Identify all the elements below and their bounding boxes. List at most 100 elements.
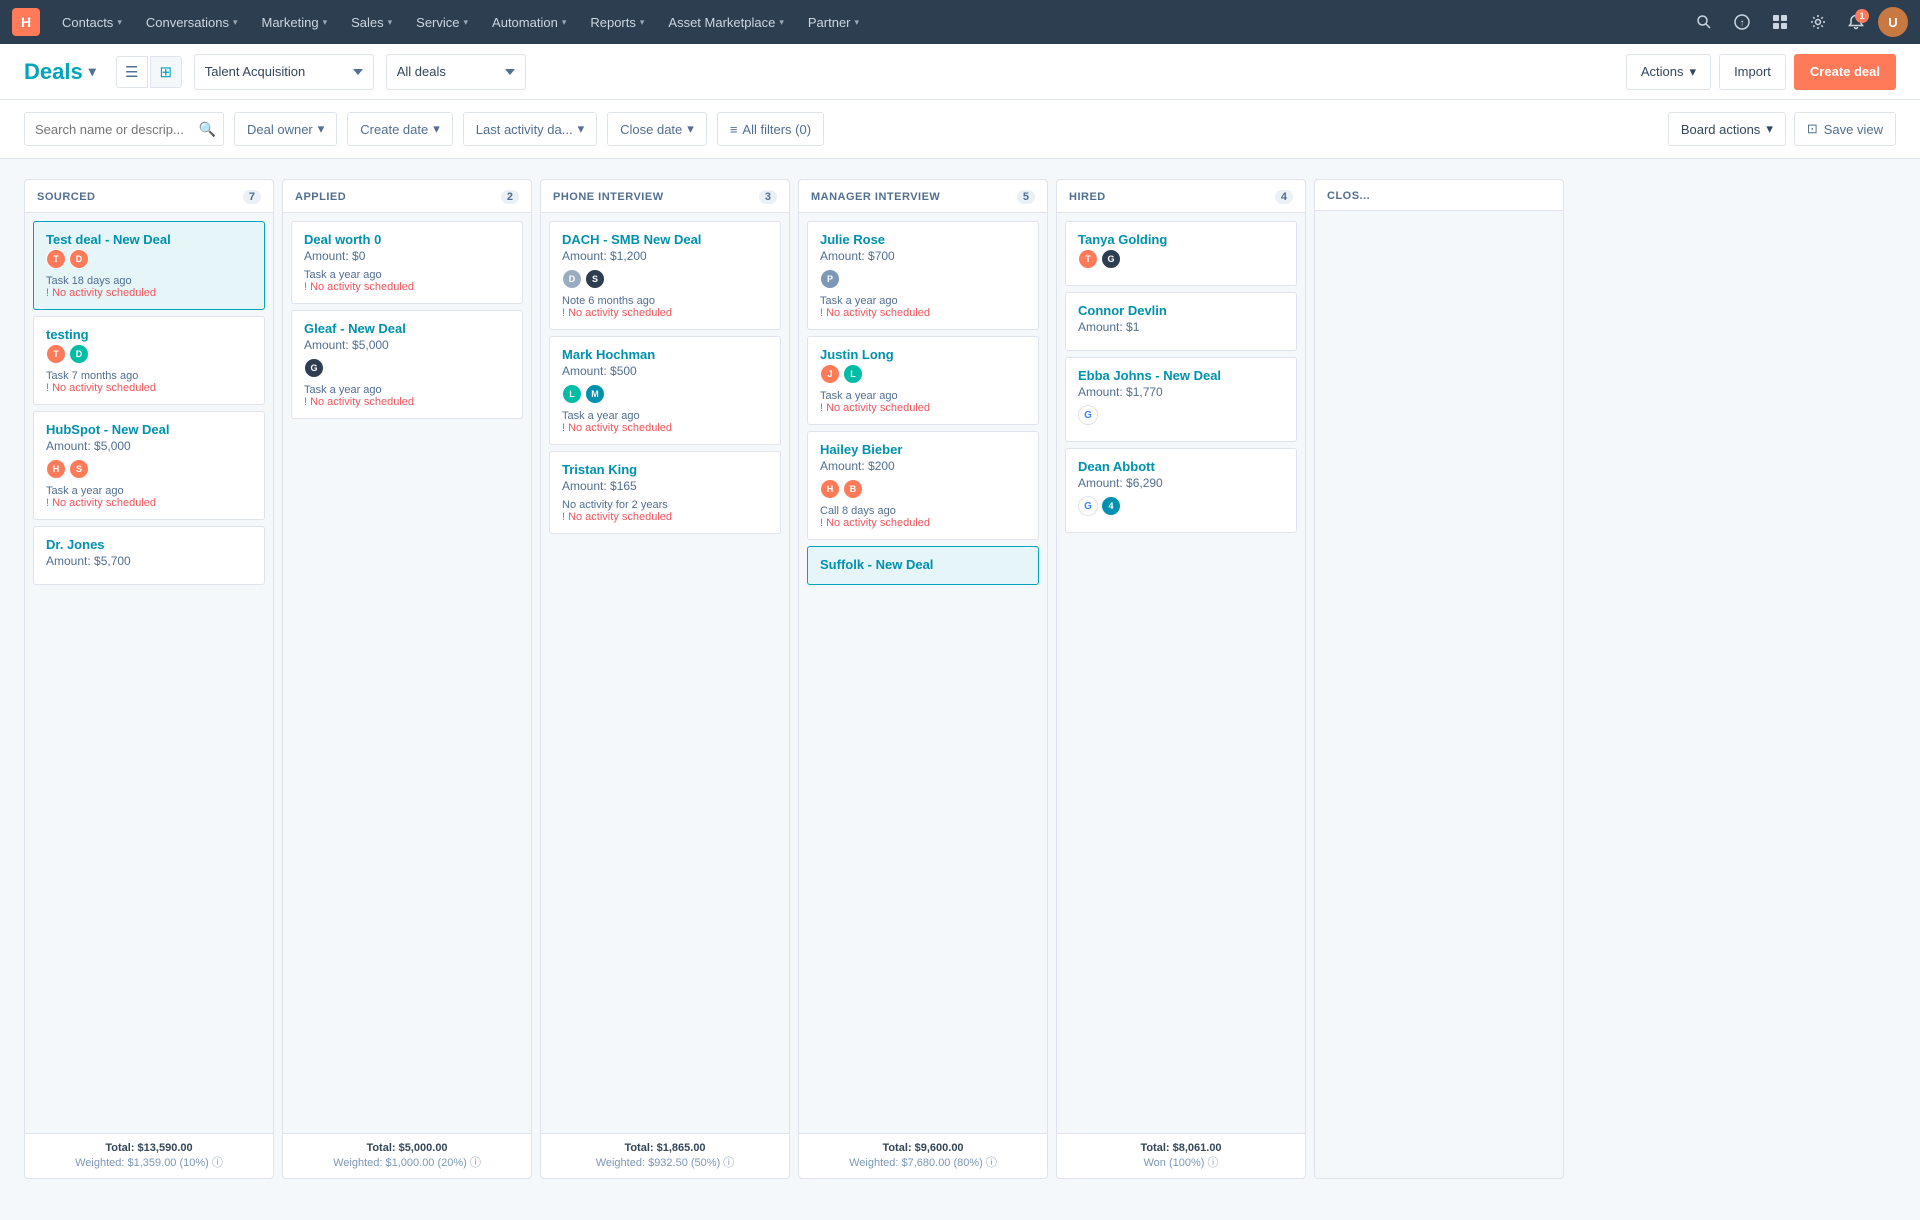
user-avatar[interactable]: U — [1878, 7, 1908, 37]
card-avatars: HB — [820, 479, 1026, 499]
notifications-button[interactable]: 1 — [1840, 6, 1872, 38]
nav-marketing[interactable]: Marketing ▾ — [251, 11, 337, 34]
pipeline-select[interactable]: Talent Acquisition — [194, 54, 374, 90]
column-sourced: SOURCED7Test deal - New DealTDTask 18 da… — [24, 179, 274, 1179]
avatar: H — [46, 459, 66, 479]
actions-button[interactable]: Actions ▾ — [1626, 54, 1711, 90]
create-date-filter[interactable]: Create date ▾ — [347, 112, 452, 146]
deal-card[interactable]: testingTDTask 7 months ago! No activity … — [33, 316, 265, 405]
deal-card[interactable]: Gleaf - New DealAmount: $5,000GTask a ye… — [291, 310, 523, 419]
nav-asset-marketplace[interactable]: Asset Marketplace ▾ — [658, 11, 793, 34]
info-icon[interactable]: ⓘ — [986, 1157, 997, 1169]
card-amount: Amount: $1 — [1078, 320, 1284, 334]
card-title[interactable]: Mark Hochman — [562, 347, 768, 362]
all-filters-button[interactable]: ≡ All filters (0) — [717, 112, 824, 146]
column-header: PHONE INTERVIEW3 — [541, 180, 789, 213]
deal-card[interactable]: Ebba Johns - New DealAmount: $1,770G — [1065, 357, 1297, 442]
card-amount: Amount: $6,290 — [1078, 476, 1284, 490]
column-footer: Total: $8,061.00 Won (100%) ⓘ — [1057, 1133, 1305, 1178]
card-warning: ! No activity scheduled — [820, 307, 1026, 319]
deal-card[interactable]: Hailey BieberAmount: $200HBCall 8 days a… — [807, 431, 1039, 540]
info-icon[interactable]: ⓘ — [212, 1157, 223, 1169]
card-amount: Amount: $5,000 — [304, 338, 510, 352]
hubspot-logo[interactable]: H — [12, 8, 40, 36]
search-input[interactable] — [24, 112, 224, 146]
card-warning: ! No activity scheduled — [46, 382, 252, 394]
card-avatars: HS — [46, 459, 252, 479]
deal-owner-filter[interactable]: Deal owner ▾ — [234, 112, 337, 146]
info-icon[interactable]: ⓘ — [1208, 1157, 1219, 1169]
column-weighted: Won (100%) ⓘ — [1069, 1154, 1293, 1170]
column-cards: DACH - SMB New DealAmount: $1,200DSNote … — [541, 213, 789, 1133]
card-meta: Task a year ago — [46, 485, 252, 497]
nav-conversations[interactable]: Conversations ▾ — [136, 11, 248, 34]
deal-card[interactable]: Dean AbbottAmount: $6,290G4 — [1065, 448, 1297, 533]
avatar: L — [562, 384, 582, 404]
column-manager-interview: MANAGER INTERVIEW5Julie RoseAmount: $700… — [798, 179, 1048, 1179]
nav-sales[interactable]: Sales ▾ — [341, 11, 402, 34]
card-title[interactable]: Dr. Jones — [46, 537, 252, 552]
search-box: 🔍 — [24, 112, 224, 146]
deal-card[interactable]: Tristan KingAmount: $165No activity for … — [549, 451, 781, 534]
nav-service[interactable]: Service ▾ — [406, 11, 478, 34]
page-title[interactable]: Deals ▾ — [24, 59, 96, 85]
card-title[interactable]: Hailey Bieber — [820, 442, 1026, 457]
last-activity-filter[interactable]: Last activity da... ▾ — [463, 112, 597, 146]
card-title[interactable]: Gleaf - New Deal — [304, 321, 510, 336]
column-closed: CLOS... — [1314, 179, 1564, 1179]
card-avatars: TD — [46, 344, 252, 364]
deal-card[interactable]: Dr. JonesAmount: $5,700 — [33, 526, 265, 585]
chevron-down-icon: ▾ — [779, 17, 784, 28]
deal-card[interactable]: Tanya GoldingTG — [1065, 221, 1297, 286]
card-title[interactable]: DACH - SMB New Deal — [562, 232, 768, 247]
deal-card[interactable]: Julie RoseAmount: $700PTask a year ago! … — [807, 221, 1039, 330]
marketplace-button[interactable] — [1764, 6, 1796, 38]
upgrade-button[interactable]: ↑ — [1726, 6, 1758, 38]
card-title[interactable]: HubSpot - New Deal — [46, 422, 252, 437]
nav-reports[interactable]: Reports ▾ — [580, 11, 654, 34]
card-title[interactable]: Tristan King — [562, 462, 768, 477]
deal-card[interactable]: DACH - SMB New DealAmount: $1,200DSNote … — [549, 221, 781, 330]
card-title[interactable]: Dean Abbott — [1078, 459, 1284, 474]
create-deal-button[interactable]: Create deal — [1794, 54, 1896, 90]
search-button[interactable] — [1688, 6, 1720, 38]
kanban-board: SOURCED7Test deal - New DealTDTask 18 da… — [24, 179, 1896, 1179]
board-view-button[interactable]: ⊞ — [150, 56, 182, 88]
card-title[interactable]: Julie Rose — [820, 232, 1026, 247]
info-icon[interactable]: ⓘ — [470, 1157, 481, 1169]
deal-card[interactable]: Mark HochmanAmount: $500LMTask a year ag… — [549, 336, 781, 445]
card-title[interactable]: Tanya Golding — [1078, 232, 1284, 247]
nav-partner[interactable]: Partner ▾ — [798, 11, 869, 34]
import-button[interactable]: Import — [1719, 54, 1786, 90]
notification-badge: 1 — [1855, 9, 1869, 23]
column-cards: Tanya GoldingTG Connor Devlin Amount: $1 Eb… — [1057, 213, 1305, 1133]
deal-card[interactable]: Connor Devlin Amount: $1 — [1065, 292, 1297, 351]
chevron-down-icon: ▾ — [578, 121, 585, 137]
column-cards — [1315, 211, 1563, 1178]
deal-card[interactable]: Suffolk - New Deal — [807, 546, 1039, 585]
board-actions-button[interactable]: Board actions ▾ — [1668, 112, 1786, 146]
settings-button[interactable] — [1802, 6, 1834, 38]
chevron-down-icon: ▾ — [233, 17, 238, 28]
deal-card[interactable]: HubSpot - New DealAmount: $5,000HSTask a… — [33, 411, 265, 520]
filter-select[interactable]: All deals — [386, 54, 526, 90]
close-date-filter[interactable]: Close date ▾ — [607, 112, 707, 146]
avatar: M — [585, 384, 605, 404]
deal-card[interactable]: Deal worth 0Amount: $0Task a year ago! N… — [291, 221, 523, 304]
nav-contacts[interactable]: Contacts ▾ — [52, 11, 132, 34]
deal-card[interactable]: Justin LongJLTask a year ago! No activit… — [807, 336, 1039, 425]
card-title[interactable]: testing — [46, 327, 252, 342]
card-title[interactable]: Deal worth 0 — [304, 232, 510, 247]
nav-automation[interactable]: Automation ▾ — [482, 11, 576, 34]
save-view-button[interactable]: ⊡ Save view — [1794, 112, 1896, 146]
deal-card[interactable]: Test deal - New DealTDTask 18 days ago! … — [33, 221, 265, 310]
card-warning: ! No activity scheduled — [46, 287, 252, 299]
avatar: T — [46, 249, 66, 269]
info-icon[interactable]: ⓘ — [723, 1157, 734, 1169]
card-title[interactable]: Test deal - New Deal — [46, 232, 252, 247]
card-title[interactable]: Justin Long — [820, 347, 1026, 362]
card-title[interactable]: Connor Devlin — [1078, 303, 1284, 318]
list-view-button[interactable]: ☰ — [116, 56, 148, 88]
card-title[interactable]: Suffolk - New Deal — [820, 557, 1026, 572]
card-title[interactable]: Ebba Johns - New Deal — [1078, 368, 1284, 383]
